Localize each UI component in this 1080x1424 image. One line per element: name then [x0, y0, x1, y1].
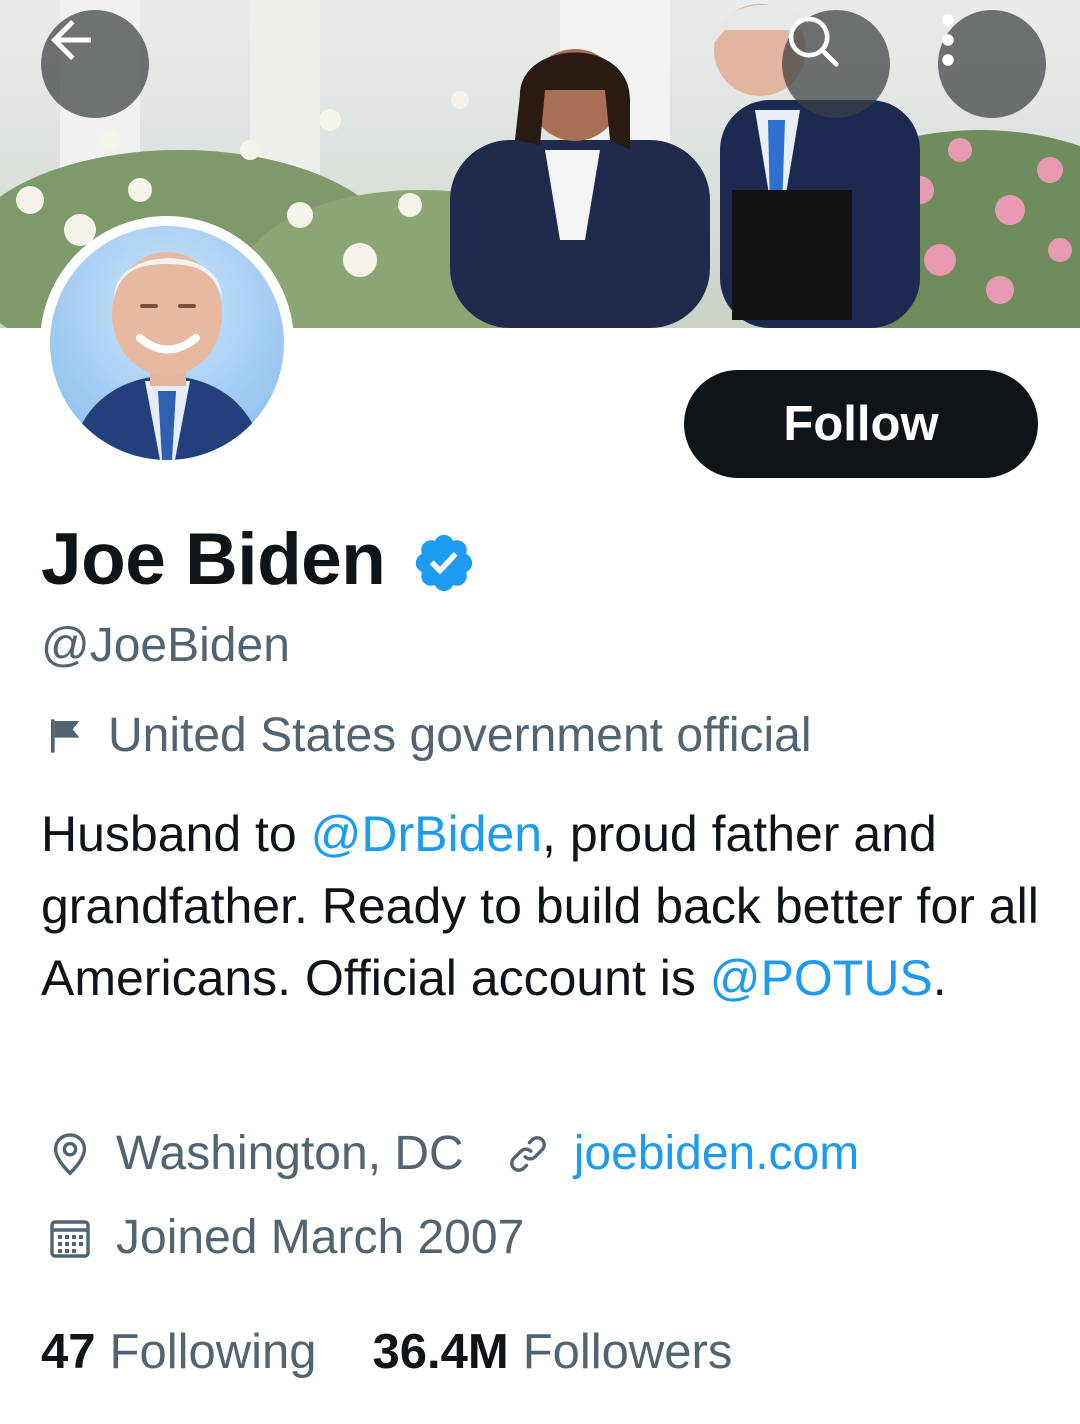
location-pin-icon: [53, 1132, 87, 1176]
back-button[interactable]: [41, 10, 149, 118]
affiliation-text: United States government official: [108, 709, 812, 762]
bio-text-3: .: [932, 950, 947, 1006]
following-label: Following: [109, 1325, 317, 1379]
verified-badge-icon: [416, 534, 473, 591]
following-count: 47: [41, 1325, 96, 1379]
arrow-left-icon: [51, 20, 91, 60]
mention-potus-link[interactable]: @POTUS: [710, 950, 933, 1006]
follow-button[interactable]: Follow: [684, 370, 1038, 478]
joined-text: Joined March 2007: [116, 1211, 525, 1264]
calendar-icon: [50, 1219, 90, 1258]
followers-count: 36.4M: [372, 1325, 509, 1379]
profile-page: Follow Joe Biden @JoeBiden United States…: [0, 0, 1080, 1424]
bio: Husband to @DrBiden, proud father and gr…: [41, 798, 1041, 1014]
more-vertical-icon: [942, 14, 954, 66]
bio-text-1: Husband to: [41, 806, 311, 862]
avatar-photo: [50, 226, 284, 460]
link-icon: [509, 1135, 546, 1172]
joined-row: Joined March 2007: [46, 1210, 524, 1265]
affiliation-label: United States government official: [46, 708, 812, 763]
display-name: Joe Biden: [41, 519, 386, 600]
follow-stats: 47 Following 36.4M Followers: [41, 1324, 732, 1380]
profile-meta-row: Washington, DC joebiden.com: [46, 1126, 859, 1181]
name-row: Joe Biden: [41, 518, 477, 601]
followers-label: Followers: [522, 1325, 733, 1379]
search-button[interactable]: [782, 10, 890, 118]
more-options-button[interactable]: [938, 10, 1046, 118]
search-icon: [788, 16, 839, 67]
website-link[interactable]: joebiden.com: [574, 1126, 860, 1181]
location-text: Washington, DC: [116, 1127, 464, 1180]
mention-drbiden-link[interactable]: @DrBiden: [311, 806, 542, 862]
followers-link[interactable]: 36.4M Followers: [373, 1324, 733, 1380]
handle: @JoeBiden: [41, 619, 290, 672]
flag-icon: [51, 718, 80, 753]
following-link[interactable]: 47 Following: [41, 1324, 317, 1380]
avatar[interactable]: [40, 216, 294, 470]
